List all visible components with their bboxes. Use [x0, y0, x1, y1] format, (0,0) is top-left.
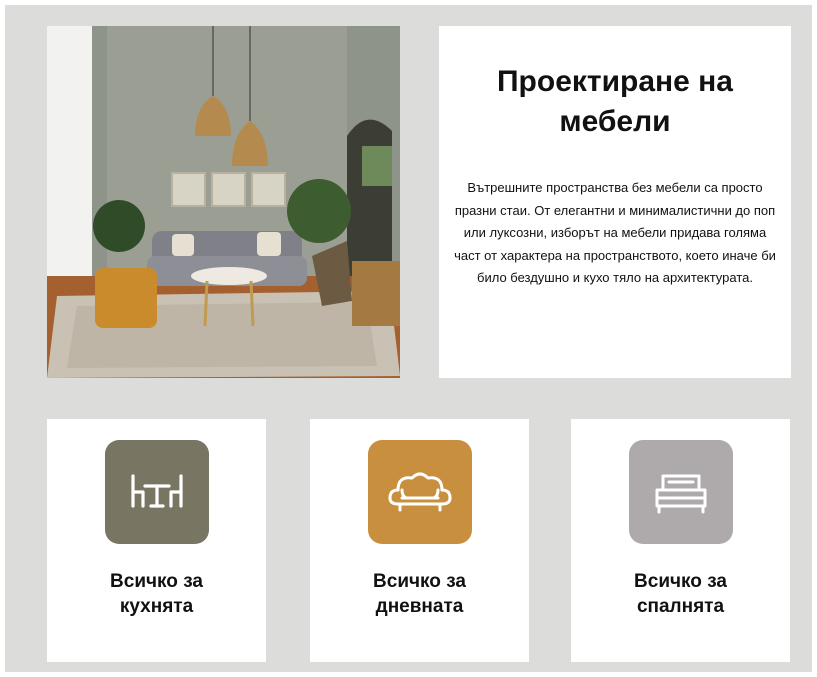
intro-title: Проектиране на мебели [459, 62, 771, 142]
card-living-room-line1: Всичко за [373, 571, 466, 592]
card-bedroom-line1: Всичко за [634, 571, 727, 592]
bed-icon [655, 474, 707, 514]
card-bedroom[interactable]: Всичко за спалнята [571, 419, 790, 662]
card-living-room-label: Всичко за дневната [310, 569, 529, 619]
page-frame: Проектиране на мебели Вътрешните простра… [5, 5, 812, 672]
intro-title-line1: Проектиране на [496, 65, 733, 98]
sofa-icon [388, 472, 452, 512]
intro-panel: Проектиране на мебели Вътрешните простра… [439, 26, 791, 378]
card-living-room-tile [368, 440, 472, 544]
living-room-illustration [47, 26, 400, 378]
card-kitchen-line2: кухнята [119, 596, 194, 617]
intro-title-line2: мебели [559, 105, 671, 138]
card-bedroom-label: Всичко за спалнята [571, 569, 790, 619]
card-bedroom-line2: спалнята [636, 596, 725, 617]
card-living-room-line2: дневната [375, 596, 464, 617]
dining-set-icon [131, 474, 183, 508]
card-kitchen-label: Всичко за кухнята [47, 569, 266, 619]
card-bedroom-tile [629, 440, 733, 544]
card-kitchen[interactable]: Всичко за кухнята [47, 419, 266, 662]
card-living-room[interactable]: Всичко за дневната [310, 419, 529, 662]
card-kitchen-line1: Всичко за [110, 571, 203, 592]
intro-description: Вътрешните пространства без мебели са пр… [454, 180, 776, 285]
living-room-photo [47, 26, 400, 378]
card-kitchen-tile [105, 440, 209, 544]
